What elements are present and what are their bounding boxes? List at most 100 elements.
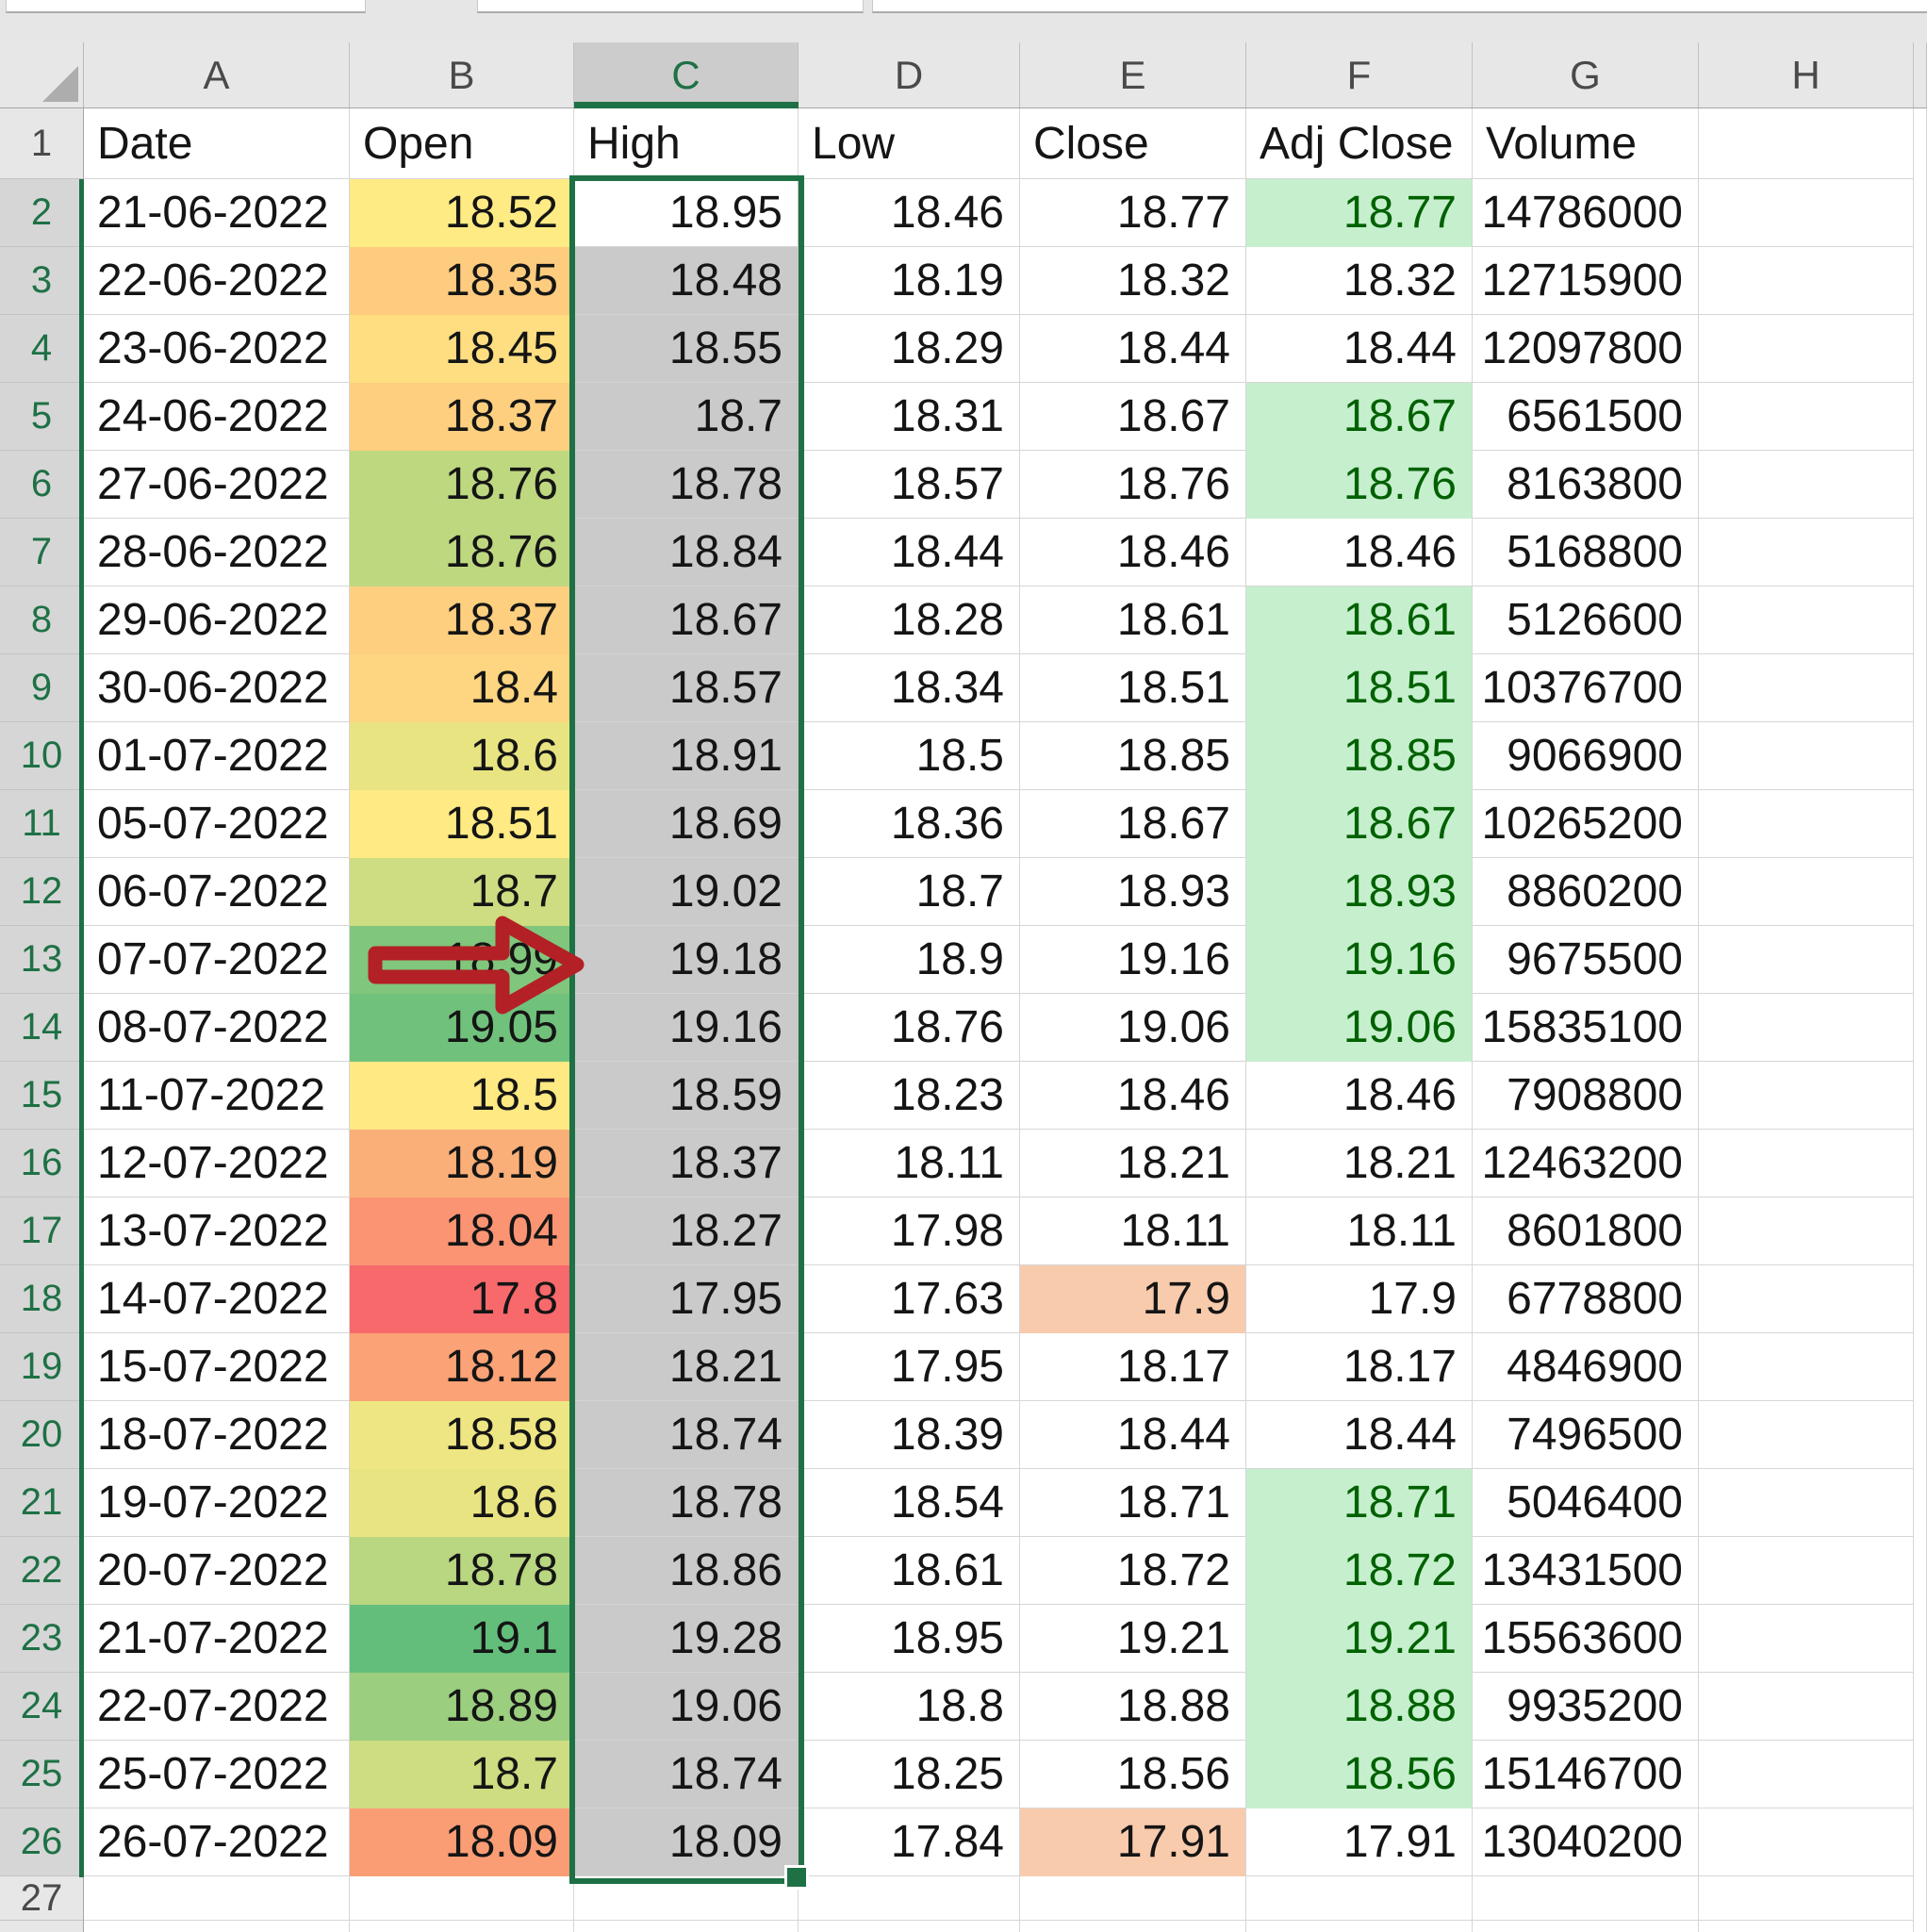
cell-F5[interactable]: 18.67 [1246,383,1473,451]
cell-D15[interactable]: 18.23 [799,1062,1020,1130]
cell-C24[interactable]: 19.06 [574,1673,799,1741]
cell-A13[interactable]: 07-07-2022 [84,926,350,994]
cell-E17[interactable]: 18.11 [1020,1197,1246,1265]
cell-H4[interactable] [1699,315,1914,383]
cell-B9[interactable]: 18.4 [350,654,574,722]
cell-B7[interactable]: 18.76 [350,519,574,586]
cell-A27[interactable] [84,1876,350,1921]
cell-A24[interactable]: 22-07-2022 [84,1673,350,1741]
cell-C18[interactable]: 17.95 [574,1265,799,1333]
cell-G1[interactable]: Volume [1473,108,1699,179]
cell-D6[interactable]: 18.57 [799,451,1020,519]
cell-E9[interactable]: 18.51 [1020,654,1246,722]
cell-H9[interactable] [1699,654,1914,722]
cell-E3[interactable]: 18.32 [1020,247,1246,315]
cell-C14[interactable]: 19.16 [574,994,799,1062]
cell-A4[interactable]: 23-06-2022 [84,315,350,383]
cell-D5[interactable]: 18.31 [799,383,1020,451]
cell-D12[interactable]: 18.7 [799,858,1020,926]
cell-G2[interactable]: 14786000 [1473,179,1699,247]
cell-F24[interactable]: 18.88 [1246,1673,1473,1741]
cell-H23[interactable] [1699,1605,1914,1673]
row-header-7[interactable]: 7 [0,519,84,586]
row-header-5[interactable]: 5 [0,383,84,451]
cell-H13[interactable] [1699,926,1914,994]
cell-G13[interactable]: 9675500 [1473,926,1699,994]
row-header-4[interactable]: 4 [0,315,84,383]
cell-A25[interactable]: 25-07-2022 [84,1741,350,1808]
row-header-24[interactable]: 24 [0,1673,84,1741]
cell-F25[interactable]: 18.56 [1246,1741,1473,1808]
row-header-12[interactable]: 12 [0,858,84,926]
cell-G3[interactable]: 12715900 [1473,247,1699,315]
cell-D19[interactable]: 17.95 [799,1333,1020,1401]
cell-F23[interactable]: 19.21 [1246,1605,1473,1673]
row-header-26[interactable]: 26 [0,1808,84,1876]
cell-C6[interactable]: 18.78 [574,451,799,519]
cell-B6[interactable]: 18.76 [350,451,574,519]
row-header-15[interactable]: 15 [0,1062,84,1130]
name-box[interactable] [6,0,366,13]
cell-C3[interactable]: 18.48 [574,247,799,315]
cell-F8[interactable]: 18.61 [1246,586,1473,654]
cell-E25[interactable]: 18.56 [1020,1741,1246,1808]
cell-D13[interactable]: 18.9 [799,926,1020,994]
cell-H18[interactable] [1699,1265,1914,1333]
cell-D2[interactable]: 18.46 [799,179,1020,247]
cell-B20[interactable]: 18.58 [350,1401,574,1469]
cell-A5[interactable]: 24-06-2022 [84,383,350,451]
cell-C13[interactable]: 19.18 [574,926,799,994]
cell-H5[interactable] [1699,383,1914,451]
row-header-1[interactable]: 1 [0,108,84,179]
cell-E19[interactable]: 18.17 [1020,1333,1246,1401]
cell-E27[interactable] [1020,1876,1246,1921]
cell-C16[interactable]: 18.37 [574,1130,799,1197]
cell-G5[interactable]: 6561500 [1473,383,1699,451]
cell-F9[interactable]: 18.51 [1246,654,1473,722]
cell-F10[interactable]: 18.85 [1246,722,1473,790]
cell-A26[interactable]: 26-07-2022 [84,1808,350,1876]
cell-A6[interactable]: 27-06-2022 [84,451,350,519]
cell-A8[interactable]: 29-06-2022 [84,586,350,654]
cell-F18[interactable]: 17.9 [1246,1265,1473,1333]
cell-C1[interactable]: High [574,108,799,179]
formula-bar[interactable] [872,0,1927,13]
cell-C15[interactable]: 18.59 [574,1062,799,1130]
cell-C22[interactable]: 18.86 [574,1537,799,1605]
cell-C8[interactable]: 18.67 [574,586,799,654]
cell-C9[interactable]: 18.57 [574,654,799,722]
cell-H16[interactable] [1699,1130,1914,1197]
fill-handle[interactable] [784,1865,809,1890]
cell-E5[interactable]: 18.67 [1020,383,1246,451]
cell-A10[interactable]: 01-07-2022 [84,722,350,790]
cell-G6[interactable]: 8163800 [1473,451,1699,519]
cell-B4[interactable]: 18.45 [350,315,574,383]
cell-A22[interactable]: 20-07-2022 [84,1537,350,1605]
row-header-20[interactable]: 20 [0,1401,84,1469]
cell-D21[interactable]: 18.54 [799,1469,1020,1537]
cell-H8[interactable] [1699,586,1914,654]
row-header-9[interactable]: 9 [0,654,84,722]
cell-B23[interactable]: 19.1 [350,1605,574,1673]
cell-G22[interactable]: 13431500 [1473,1537,1699,1605]
cell-E14[interactable]: 19.06 [1020,994,1246,1062]
cell-D8[interactable]: 18.28 [799,586,1020,654]
cell-G15[interactable]: 7908800 [1473,1062,1699,1130]
cell-E1[interactable]: Close [1020,108,1246,179]
cell-F20[interactable]: 18.44 [1246,1401,1473,1469]
cell-C4[interactable]: 18.55 [574,315,799,383]
cell-A17[interactable]: 13-07-2022 [84,1197,350,1265]
cell-C17[interactable]: 18.27 [574,1197,799,1265]
cell-E18[interactable]: 17.9 [1020,1265,1246,1333]
cell-B17[interactable]: 18.04 [350,1197,574,1265]
cell-C7[interactable]: 18.84 [574,519,799,586]
cell-A2[interactable]: 21-06-2022 [84,179,350,247]
column-header-B[interactable]: B [350,42,574,107]
cell-D1[interactable]: Low [799,108,1020,179]
cell-E6[interactable]: 18.76 [1020,451,1246,519]
red-arrow-annotation-icon[interactable] [349,900,594,1028]
cell-E20[interactable]: 18.44 [1020,1401,1246,1469]
cell-G14[interactable]: 15835100 [1473,994,1699,1062]
cell-A15[interactable]: 11-07-2022 [84,1062,350,1130]
cell-D23[interactable]: 18.95 [799,1605,1020,1673]
